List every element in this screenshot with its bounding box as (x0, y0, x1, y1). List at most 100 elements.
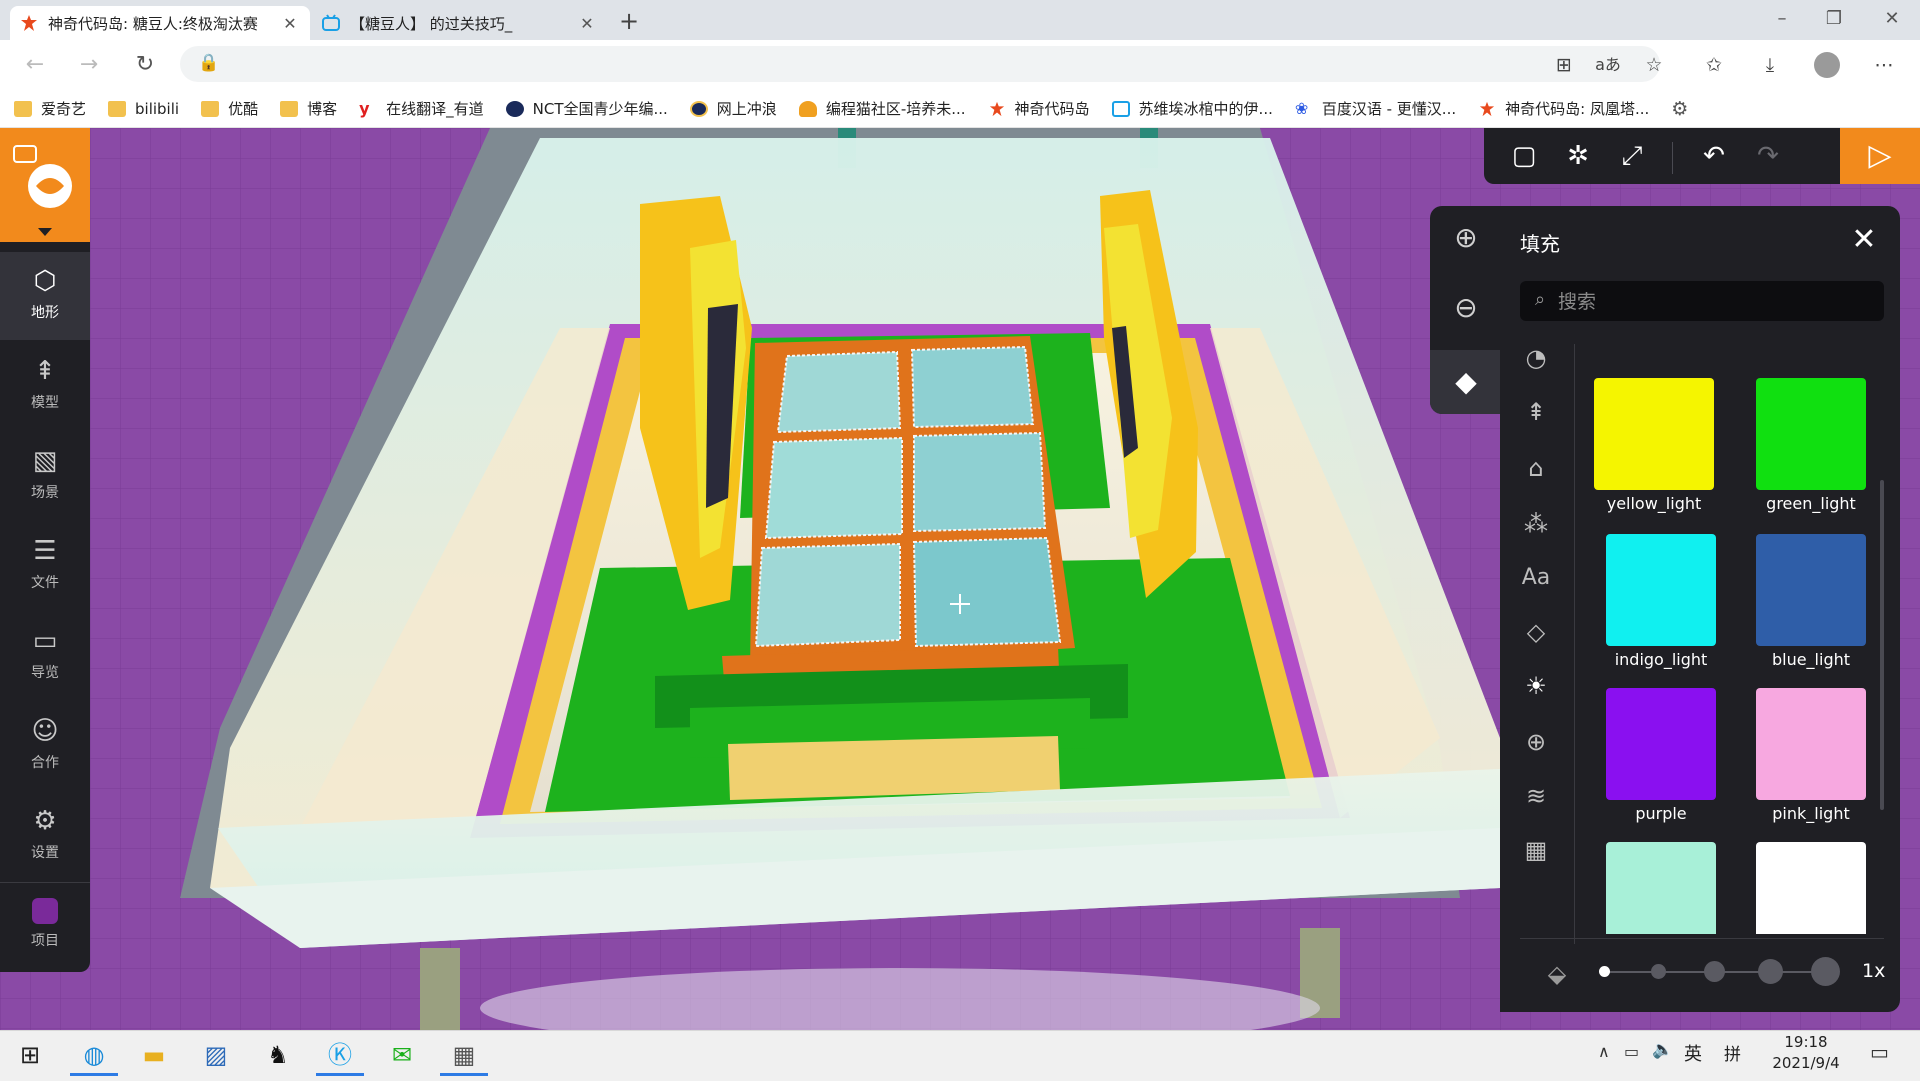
house-icon[interactable]: ⌂ (1518, 450, 1554, 486)
reload-icon[interactable]: ↻ (128, 48, 162, 82)
photos-icon[interactable]: ▨ (192, 1034, 240, 1076)
file-explorer-icon[interactable]: ▬ (130, 1034, 178, 1076)
favorites-icon[interactable]: ✩ (1696, 48, 1732, 82)
more-menu-icon[interactable]: ⋯ (1866, 48, 1902, 82)
bookmark-settings-icon[interactable]: ⚙ (1671, 98, 1688, 120)
ime-pinyin[interactable]: 拼 (1724, 1040, 1741, 1065)
lock-icon: 🔒 (198, 53, 220, 73)
ime-mode[interactable]: 英 (1684, 1040, 1702, 1066)
bookmark-label: 爱奇艺 (41, 100, 87, 118)
add-icon[interactable]: ⊕ (1518, 724, 1554, 760)
slider-stop[interactable] (1599, 966, 1610, 977)
block-item[interactable]: purple (1606, 688, 1731, 823)
url-field[interactable]: 🔒 (180, 46, 1660, 82)
sidebar-item-label: 模型 (31, 395, 59, 411)
redo-icon[interactable]: ↷ (1746, 135, 1790, 177)
sidebar-item-file[interactable]: ☰ 文件 (0, 522, 90, 610)
close-window-icon[interactable]: ✕ (1864, 0, 1920, 40)
bookmark-item[interactable]: 编程猫社区-培养未... (798, 98, 966, 119)
edge-icon[interactable]: ◍ (70, 1034, 118, 1076)
cluster-icon[interactable]: ⁂ (1518, 506, 1554, 542)
windows-start-icon[interactable]: ⊞ (6, 1034, 54, 1076)
text-icon[interactable]: Aa (1518, 560, 1554, 596)
minimize-icon[interactable]: – (1754, 0, 1810, 40)
block-item[interactable]: pink_light (1756, 688, 1881, 823)
history-icon[interactable]: ◔ (1518, 340, 1554, 376)
bookmark-label: 优酷 (228, 100, 259, 118)
fullscreen-icon[interactable]: ⤢ (1610, 135, 1654, 177)
block-item[interactable]: blue_light (1756, 534, 1881, 669)
speed-label[interactable]: 1x (1862, 960, 1885, 982)
tag-icon[interactable]: ◇ (1518, 614, 1554, 650)
grid-icon[interactable]: ▦ (1518, 832, 1554, 868)
zoom-out-icon[interactable]: ⊖ (1447, 290, 1485, 328)
bookmark-item[interactable]: 优酷 (201, 98, 258, 119)
volume-icon[interactable]: 🔈 (1652, 1040, 1673, 1060)
bookmark-item[interactable]: 博客 (280, 98, 337, 119)
block-item[interactable]: indigo_light (1606, 534, 1731, 669)
kugou-icon[interactable]: Ⓚ (316, 1034, 364, 1076)
tab-inactive[interactable]: 【糖豆人】 的过关技巧_ ✕ (312, 6, 607, 40)
forward-icon[interactable]: → (72, 48, 106, 82)
sidebar-item-model[interactable]: ⇞ 模型 (0, 342, 90, 430)
block-item[interactable] (1606, 842, 1716, 934)
new-tab-button[interactable]: + (612, 6, 646, 36)
sidebar-item-collab[interactable]: ☺ 合作 (0, 702, 90, 790)
block-item[interactable] (1756, 842, 1866, 934)
back-icon[interactable]: ← (18, 48, 52, 82)
qq-icon[interactable]: ♞ (254, 1034, 302, 1076)
profile-avatar[interactable] (1814, 52, 1840, 78)
sidebar-item-terrain[interactable]: ⬡ 地形 (0, 252, 90, 340)
layers-icon[interactable]: ≋ (1518, 778, 1554, 814)
bookmark-item[interactable]: y 在线翻译_有道 (359, 98, 484, 119)
notification-icon[interactable]: ▭ (1870, 1040, 1889, 1064)
block-item[interactable]: green_light (1756, 378, 1881, 513)
debug-icon[interactable]: ✲ (1556, 135, 1600, 177)
bookmark-item[interactable]: 神奇代码岛: 凤凰塔... (1478, 98, 1649, 119)
youdao-icon: y (359, 98, 370, 118)
slider-stop[interactable] (1651, 964, 1666, 979)
undo-icon[interactable]: ↶ (1692, 135, 1736, 177)
bookmark-item[interactable]: ❀ 百度汉语 - 更懂汉... (1295, 98, 1456, 119)
sidebar-item-settings[interactable]: ⚙ 设置 (0, 792, 90, 880)
dao3-icon (1478, 101, 1496, 117)
slider-stop[interactable] (1704, 961, 1725, 982)
download-icon[interactable]: ⤓ (1752, 48, 1788, 82)
app-logo[interactable] (0, 128, 90, 242)
chat-icon[interactable]: ▢ (1502, 135, 1546, 177)
play-button[interactable]: ▷ (1840, 128, 1920, 184)
fill-tool-button[interactable]: ◆ (1430, 350, 1502, 414)
bookmark-item[interactable]: 神奇代码岛 (988, 98, 1090, 119)
light-icon[interactable]: ☀ (1518, 668, 1554, 704)
app-available-icon[interactable]: ⊞ (1546, 48, 1582, 82)
clock[interactable]: 19:18 2021/9/4 (1766, 1032, 1846, 1074)
folder-icon (280, 100, 299, 117)
bookmark-item[interactable]: 苏维埃冰棺中的伊... (1111, 98, 1273, 119)
bookmark-item[interactable]: bilibili (108, 100, 179, 118)
bookmark-item[interactable]: 爱奇艺 (14, 98, 86, 119)
tray-chevron-icon[interactable]: ∧ (1598, 1042, 1610, 1061)
sidebar-item-guide[interactable]: ▭ 导览 (0, 612, 90, 700)
sidebar-item-project[interactable]: 项目 (0, 884, 90, 972)
slider-stop[interactable] (1758, 959, 1783, 984)
block-item[interactable]: yellow_light (1594, 378, 1724, 513)
block-label: yellow_light (1606, 494, 1702, 513)
tab-close-icon[interactable]: ✕ (280, 14, 300, 33)
calculator-icon[interactable]: ▦ (440, 1034, 488, 1076)
read-aloud-icon[interactable]: aあ (1590, 48, 1626, 82)
bookmark-item[interactable]: 网上冲浪 (689, 98, 777, 119)
bookmark-item[interactable]: NCT全国青少年编... (505, 98, 668, 119)
panel-scrollbar[interactable] (1880, 480, 1884, 810)
close-icon[interactable]: ✕ (1848, 224, 1880, 256)
tab-close-icon[interactable]: ✕ (577, 14, 597, 33)
search-input[interactable] (1556, 284, 1880, 320)
slider-stop[interactable] (1811, 957, 1840, 986)
wechat-icon[interactable]: ✉ (378, 1034, 426, 1076)
add-favorite-icon[interactable]: ☆ (1636, 48, 1672, 82)
sidebar-item-scene[interactable]: ▧ 场景 (0, 432, 90, 520)
tree-icon[interactable]: ⇞ (1518, 394, 1554, 430)
restore-icon[interactable]: ❐ (1806, 0, 1862, 40)
network-icon[interactable]: ▭ (1624, 1042, 1639, 1061)
zoom-in-icon[interactable]: ⊕ (1447, 220, 1485, 258)
tab-active[interactable]: 神奇代码岛: 糖豆人:终极淘汰赛 ✕ (10, 6, 310, 40)
